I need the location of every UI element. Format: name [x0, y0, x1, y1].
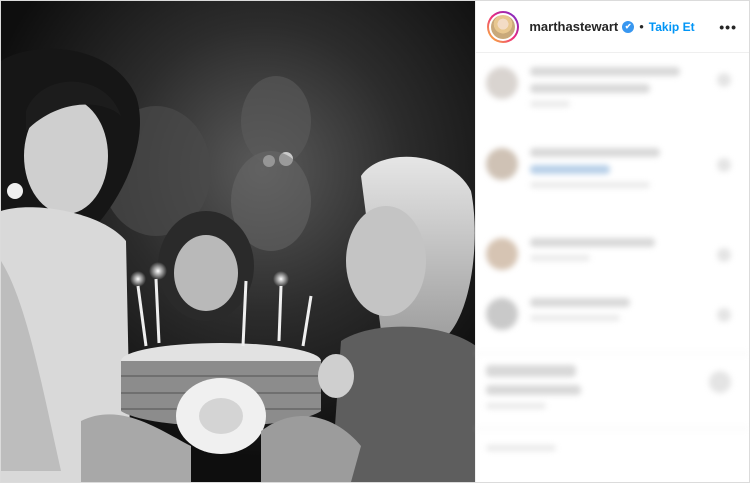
comment-row [486, 238, 656, 270]
follow-button[interactable]: Takip Et [649, 20, 695, 34]
more-options-icon[interactable]: ••• [719, 19, 737, 35]
add-comment-area [486, 445, 739, 459]
post-header: marthastewart ✔ • Takip Et ••• [476, 1, 749, 53]
comment-row [486, 67, 681, 115]
like-comment-icon[interactable] [717, 73, 731, 87]
comment-avatar [486, 298, 519, 330]
like-comment-icon[interactable] [717, 158, 731, 172]
separator-dot: • [639, 19, 644, 34]
username-link[interactable]: marthastewart [529, 19, 618, 34]
verified-badge-icon: ✔ [622, 20, 635, 33]
birthday-photo-illustration [1, 1, 476, 482]
instagram-post: marthastewart ✔ • Takip Et ••• [0, 0, 750, 483]
like-comment-icon[interactable] [717, 248, 731, 262]
blurred-comments-area [476, 53, 749, 482]
avatar-image [491, 14, 516, 39]
comment-avatar [486, 67, 519, 99]
post-actions [486, 365, 739, 417]
comment-avatar [486, 148, 519, 180]
comment-avatar [486, 238, 519, 270]
bookmark-icon[interactable] [709, 371, 731, 393]
comment-row [486, 148, 661, 196]
comment-row [486, 298, 631, 330]
post-sidebar: marthastewart ✔ • Takip Et ••• [475, 1, 749, 482]
post-photo[interactable] [1, 1, 476, 482]
avatar[interactable] [487, 10, 520, 43]
like-comment-icon[interactable] [717, 308, 731, 322]
